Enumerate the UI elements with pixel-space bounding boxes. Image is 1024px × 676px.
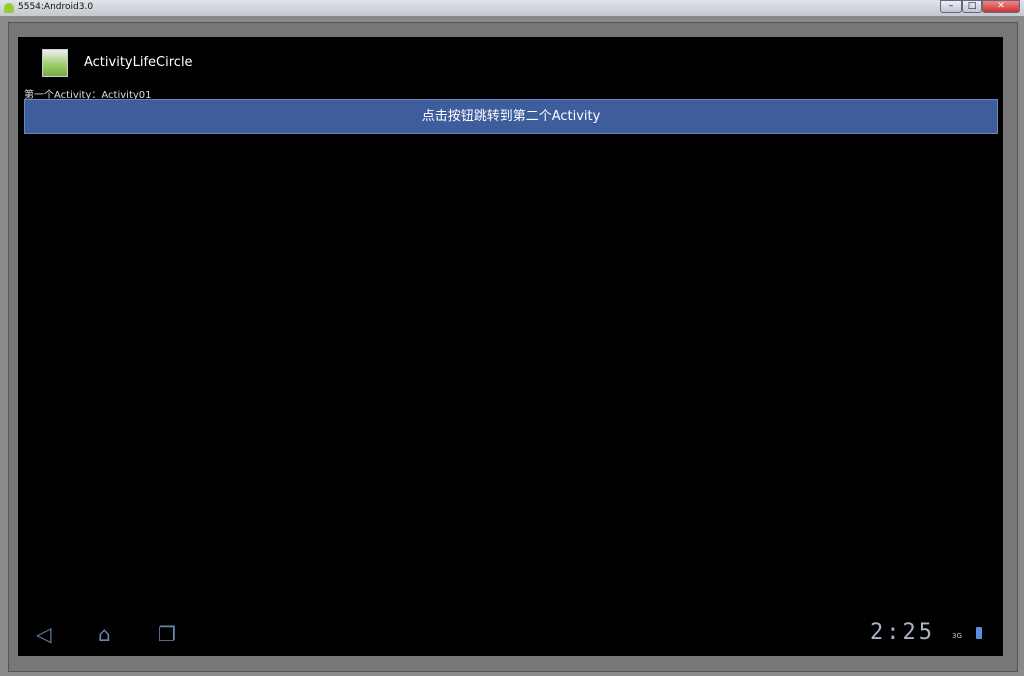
device-screen: ActivityLifeCircle 第一个Activity：Activity0… <box>18 37 1003 656</box>
go-to-second-activity-button[interactable]: 点击按钮跳转到第二个Activity <box>24 99 998 134</box>
window-titlebar: 5554:Android3.0 – □ ✕ <box>0 0 1024 16</box>
window-title: 5554:Android3.0 <box>18 2 94 12</box>
android-icon <box>4 3 14 13</box>
home-icon[interactable]: ⌂ <box>98 622 111 646</box>
back-icon[interactable]: ◁ <box>36 622 51 646</box>
network-indicator: 3G <box>952 632 962 640</box>
maximize-button[interactable]: □ <box>962 0 982 13</box>
battery-icon <box>976 627 982 639</box>
app-icon <box>42 49 68 77</box>
app-title: ActivityLifeCircle <box>84 55 193 70</box>
minimize-button[interactable]: – <box>940 0 962 13</box>
close-button[interactable]: ✕ <box>982 0 1020 13</box>
recent-apps-icon[interactable]: ❐ <box>158 622 176 646</box>
clock[interactable]: 2:25 <box>870 620 935 645</box>
